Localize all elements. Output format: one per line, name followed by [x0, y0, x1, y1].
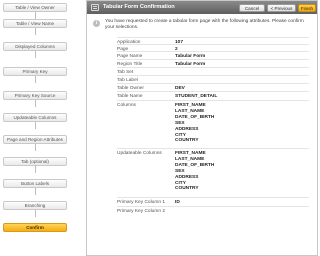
step-connector: [35, 51, 36, 58]
intro-text: You have requested to create a tabular f…: [105, 19, 304, 30]
step-confirm[interactable]: Confirm: [3, 223, 67, 232]
info-icon: i: [93, 20, 100, 27]
form-icon: [91, 4, 99, 11]
step-connector: [35, 188, 36, 195]
step-tab-optional[interactable]: Tab (optional): [3, 157, 67, 166]
attribute-value: FIRST_NAME LAST_NAME DATE_OF_BIRTH SEX A…: [175, 103, 215, 144]
attribute-row: Page 2: [117, 44, 309, 52]
step-displayed-columns[interactable]: Displayed Columns: [3, 42, 67, 51]
attribute-row: Application 107: [117, 37, 309, 45]
previous-button[interactable]: < Previous: [267, 3, 296, 12]
attribute-row: Table Name STUDENT_DETAIL: [117, 91, 309, 100]
cancel-button[interactable]: Cancel: [239, 3, 265, 12]
attribute-label: Updateable Columns: [117, 151, 162, 156]
step-connector: [35, 28, 36, 35]
step-connector: [35, 122, 36, 129]
attribute-value: FIRST_NAME LAST_NAME DATE_OF_BIRTH SEX A…: [175, 151, 215, 192]
step-page-region-attributes[interactable]: Page and Region Attributes: [3, 135, 67, 144]
attribute-row: Tab Set: [117, 67, 309, 75]
step-primary-key-source[interactable]: Primary Key Source: [3, 91, 67, 100]
attribute-label: Table Name: [117, 94, 143, 99]
attribute-row: Primary Key Column 2: [117, 206, 309, 215]
step-connector: [35, 100, 36, 107]
step-primary-key[interactable]: Primary Key: [3, 67, 67, 76]
step-connector: [35, 12, 36, 19]
attribute-row: Page Name Tabular Form: [117, 51, 309, 59]
confirmation-panel: Tabular Form Confirmation Cancel < Previ…: [86, 0, 318, 256]
step-table-view-name[interactable]: Table / View Name: [3, 19, 67, 28]
finish-button[interactable]: Finish: [298, 3, 316, 12]
attribute-row: Columns FIRST_NAME LAST_NAME DATE_OF_BIR…: [117, 100, 309, 148]
step-connector: [35, 144, 36, 151]
step-button-labels[interactable]: Button Labels: [3, 179, 67, 188]
attribute-row: Primary Key Column 1 ID: [117, 197, 309, 206]
panel-title: Tabular Form Confirmation: [103, 4, 175, 10]
step-updateable-columns[interactable]: Updateable Columns: [3, 113, 67, 122]
step-table-view-owner[interactable]: Table / View Owner: [3, 3, 67, 12]
attribute-label: Primary Key Column 2: [117, 209, 165, 214]
step-connector: [35, 76, 36, 83]
attribute-row: Updateable Columns FIRST_NAME LAST_NAME …: [117, 148, 309, 197]
attribute-row: Table Owner DEV: [117, 83, 309, 91]
step-connector: [35, 210, 36, 217]
attribute-label: Primary Key Column 1: [117, 200, 165, 205]
attribute-row: Region Title Tabular Form: [117, 59, 309, 67]
attribute-label: Columns: [117, 103, 136, 108]
panel-header: Tabular Form Confirmation Cancel < Previ…: [87, 1, 317, 14]
wizard-steps: Table / View Owner Table / View Name Dis…: [0, 0, 78, 256]
step-branching[interactable]: Branching: [3, 201, 67, 210]
attribute-row: Tab Label: [117, 75, 309, 83]
step-connector: [35, 166, 36, 173]
